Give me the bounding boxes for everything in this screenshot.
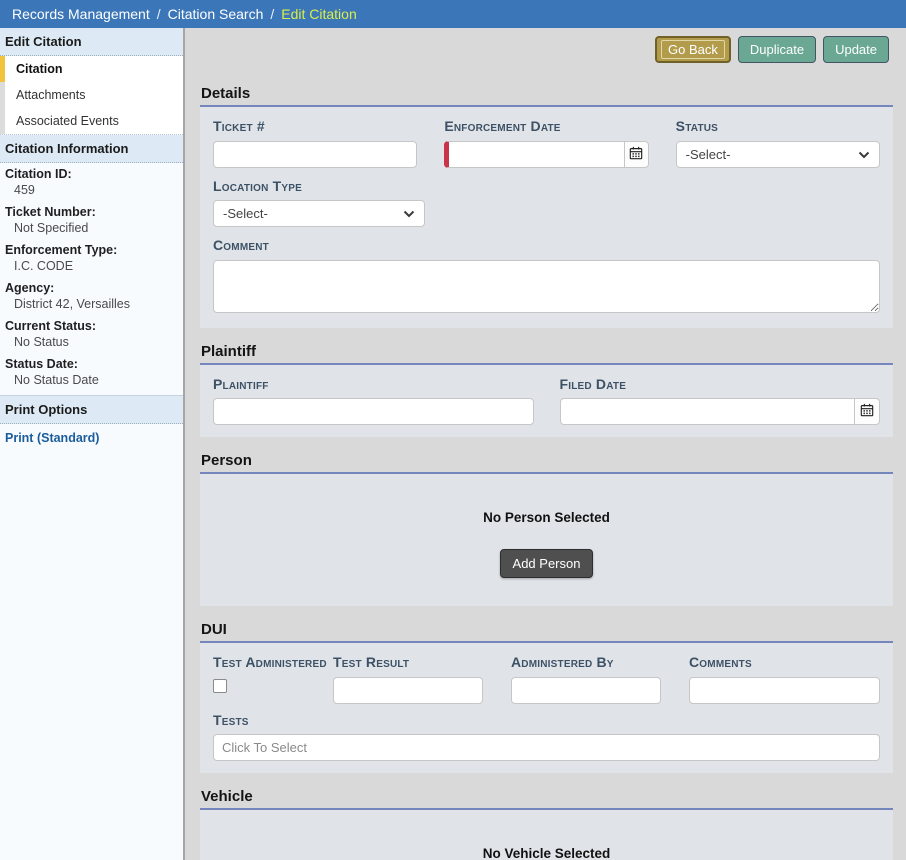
calendar-icon [629,146,643,163]
comment-field: Comment [213,237,880,316]
comment-textarea[interactable] [213,260,880,313]
print-standard-link[interactable]: Print (Standard) [0,424,183,452]
details-panel: Ticket # Enforcement Date [200,105,893,328]
go-back-button-label: Go Back [661,40,725,59]
section-dui-title: DUI [201,621,893,638]
status-date-label: Status Date: [0,353,183,372]
enforcement-date-input[interactable] [444,141,625,168]
enforcement-date-label: Enforcement Date [444,118,648,136]
sidebar-item-attachments[interactable]: Attachments [0,82,183,108]
status-select[interactable]: -Select- [676,141,880,168]
tests-select-input[interactable] [213,734,880,761]
location-type-select-value: -Select- [223,206,268,221]
info-row: Current Status: No Status [0,315,183,353]
breadcrumb-separator: / [157,6,161,22]
status-select-value: -Select- [686,147,731,162]
sidebar: Edit Citation Citation Attachments Assoc… [0,28,185,860]
status-label: Status [676,118,880,136]
tests-field: Tests [213,712,880,762]
ticket-number-input[interactable] [213,141,417,168]
breadcrumb-item-citation-search[interactable]: Citation Search [168,6,264,22]
dui-panel: Test Administered Test Result Administer… [200,641,893,773]
go-back-button[interactable]: Go Back [655,36,731,63]
filed-date-field: Filed Date [560,376,881,426]
breadcrumb-current: Edit Citation [281,6,356,22]
comment-label: Comment [213,237,880,255]
sidebar-item-associated-events[interactable]: Associated Events [0,108,183,134]
person-panel: No Person Selected Add Person [200,472,893,606]
test-result-input[interactable] [333,677,483,704]
ticket-number-info-label: Ticket Number: [0,201,183,220]
vehicle-panel: No Vehicle Selected Add Vehicle [200,808,893,860]
main-content: Go Back Duplicate Update Details Ticket … [185,28,906,860]
add-person-button[interactable]: Add Person [500,549,594,578]
enforcement-type-label: Enforcement Type: [0,239,183,258]
sidebar-item-citation[interactable]: Citation [0,56,183,82]
location-type-select[interactable]: -Select- [213,200,425,227]
test-administered-checkbox[interactable] [213,679,227,693]
administered-by-label: Administered By [511,654,689,672]
plaintiff-label: Plaintiff [213,376,534,394]
plaintiff-input[interactable] [213,398,534,425]
update-button[interactable]: Update [823,36,889,63]
agency-label: Agency: [0,277,183,296]
plaintiff-field: Plaintiff [213,376,534,426]
duplicate-button[interactable]: Duplicate [738,36,816,63]
enforcement-type-value: I.C. CODE [0,258,183,277]
enforcement-date-calendar-button[interactable] [625,141,649,168]
dui-comments-input[interactable] [689,677,880,704]
breadcrumb-separator: / [270,6,274,22]
chevron-down-icon [403,206,415,221]
status-field: Status -Select- [676,118,880,168]
breadcrumb: Records Management / Citation Search / E… [0,0,906,28]
dui-comments-field: Comments [689,654,880,704]
administered-by-field: Administered By [511,654,689,704]
location-type-field: Location Type -Select- [213,178,880,228]
info-row: Ticket Number: Not Specified [0,201,183,239]
ticket-number-label: Ticket # [213,118,417,136]
administered-by-input[interactable] [511,677,661,704]
plaintiff-panel: Plaintiff Filed Date [200,363,893,438]
status-date-value: No Status Date [0,372,183,391]
citation-id-value: 459 [0,182,183,201]
calendar-icon [860,403,874,420]
section-vehicle-title: Vehicle [201,788,893,805]
current-status-label: Current Status: [0,315,183,334]
section-plaintiff-title: Plaintiff [201,343,893,360]
tests-label: Tests [213,712,880,730]
current-status-value: No Status [0,334,183,353]
citation-id-label: Citation ID: [0,163,183,182]
ticket-number-info-value: Not Specified [0,220,183,239]
info-row: Status Date: No Status Date [0,353,183,391]
section-person-title: Person [201,452,893,469]
enforcement-date-field: Enforcement Date [444,118,648,168]
filed-date-calendar-button[interactable] [855,398,880,425]
no-person-selected-text: No Person Selected [200,510,893,525]
info-row: Enforcement Type: I.C. CODE [0,239,183,277]
sidebar-header-edit-citation: Edit Citation [0,28,183,56]
test-administered-field: Test Administered [213,654,333,704]
no-vehicle-selected-text: No Vehicle Selected [200,846,893,860]
test-administered-label: Test Administered [213,654,333,672]
info-row: Agency: District 42, Versailles [0,277,183,315]
dui-comments-label: Comments [689,654,880,672]
info-row: Citation ID: 459 [0,163,183,201]
test-result-label: Test Result [333,654,511,672]
section-details-title: Details [201,85,893,102]
filed-date-input[interactable] [560,398,856,425]
test-result-field: Test Result [333,654,511,704]
action-bar: Go Back Duplicate Update [200,28,893,70]
filed-date-label: Filed Date [560,376,881,394]
sidebar-header-print-options: Print Options [0,395,183,424]
ticket-number-field: Ticket # [213,118,417,168]
agency-value: District 42, Versailles [0,296,183,315]
breadcrumb-item-records-management[interactable]: Records Management [12,6,150,22]
chevron-down-icon [858,147,870,162]
location-type-label: Location Type [213,178,880,196]
sidebar-header-citation-information: Citation Information [0,135,183,163]
